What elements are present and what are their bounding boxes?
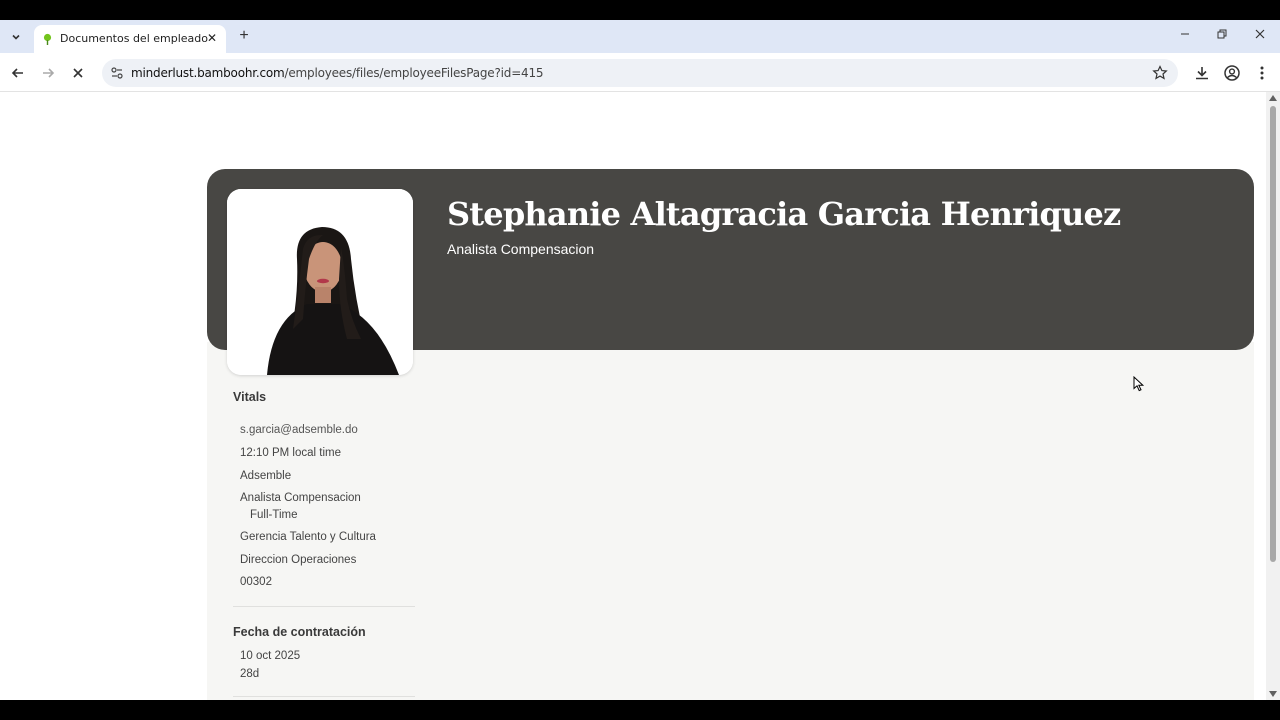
scroll-down-arrow-icon[interactable]	[1269, 691, 1277, 697]
scroll-up-arrow-icon[interactable]	[1269, 95, 1277, 101]
chevron-down-icon	[12, 34, 20, 40]
mouse-cursor-icon	[1133, 376, 1145, 392]
employee-job-title: Analista Compensacion	[447, 241, 595, 257]
vital-employment-type: Full-Time	[250, 509, 298, 521]
restore-button[interactable]	[1214, 28, 1230, 44]
minimize-button[interactable]	[1177, 28, 1193, 44]
forward-arrow-icon[interactable]	[39, 64, 57, 82]
back-arrow-icon[interactable]	[9, 64, 27, 82]
vital-local-time: 12:10 PM local time	[240, 447, 341, 459]
employee-portrait-image	[227, 189, 413, 375]
tab-search-button[interactable]	[6, 27, 26, 47]
employee-photo[interactable]	[227, 189, 413, 375]
restore-icon	[1217, 29, 1227, 39]
site-settings-icon[interactable]	[110, 66, 124, 80]
scroll-thumb[interactable]	[1270, 106, 1276, 562]
tenure-value: 28d	[240, 668, 260, 680]
vital-email[interactable]: s.garcia@adsemble.do	[240, 424, 358, 436]
tab-title: Documentos del empleado	[60, 32, 208, 45]
page-scrollbar[interactable]	[1266, 92, 1280, 700]
page-viewport: Stephanie Altagracia Garcia Henriquez An…	[0, 92, 1266, 700]
download-icon[interactable]	[1193, 64, 1211, 82]
url-host: minderlust.bamboohr.com	[131, 66, 285, 80]
vital-division: Direccion Operaciones	[240, 554, 357, 566]
profile-content-area	[207, 342, 1254, 700]
browser-toolbar: minderlust.bamboohr.com/employees/files/…	[0, 53, 1280, 92]
close-tab-icon[interactable]: ✕	[204, 30, 220, 46]
section-divider	[233, 606, 415, 607]
hire-date-heading: Fecha de contratación	[233, 625, 366, 639]
url-text: minderlust.bamboohr.com/employees/files/…	[131, 66, 544, 80]
employee-name: Stephanie Altagracia Garcia Henriquez	[447, 195, 1121, 233]
hire-date-value: 10 oct 2025	[240, 650, 301, 662]
more-menu-icon[interactable]	[1253, 64, 1271, 82]
tab-strip: Documentos del empleado ✕ +	[0, 20, 1280, 53]
vital-employee-number: 00302	[240, 576, 272, 588]
vital-position: Analista Compensacion	[240, 492, 361, 504]
vital-company: Adsemble	[240, 470, 292, 482]
profile-icon[interactable]	[1223, 64, 1241, 82]
minimize-icon	[1181, 33, 1189, 35]
vitals-heading: Vitals	[233, 390, 267, 404]
screen: Documentos del empleado ✕ + minderlust.b…	[0, 0, 1280, 720]
vital-department: Gerencia Talento y Cultura	[240, 531, 376, 543]
browser-tab[interactable]: Documentos del empleado ✕	[34, 25, 226, 53]
stop-loading-icon[interactable]	[69, 64, 87, 82]
bamboohr-favicon-icon	[43, 33, 52, 45]
close-icon	[1255, 29, 1265, 39]
address-bar[interactable]: minderlust.bamboohr.com/employees/files/…	[102, 59, 1178, 87]
url-path: /employees/files/employeeFilesPage?id=41…	[284, 66, 544, 80]
bookmark-star-icon[interactable]	[1152, 65, 1168, 81]
new-tab-button[interactable]: +	[236, 28, 252, 44]
section-divider	[233, 696, 415, 697]
close-window-button[interactable]	[1252, 28, 1268, 44]
